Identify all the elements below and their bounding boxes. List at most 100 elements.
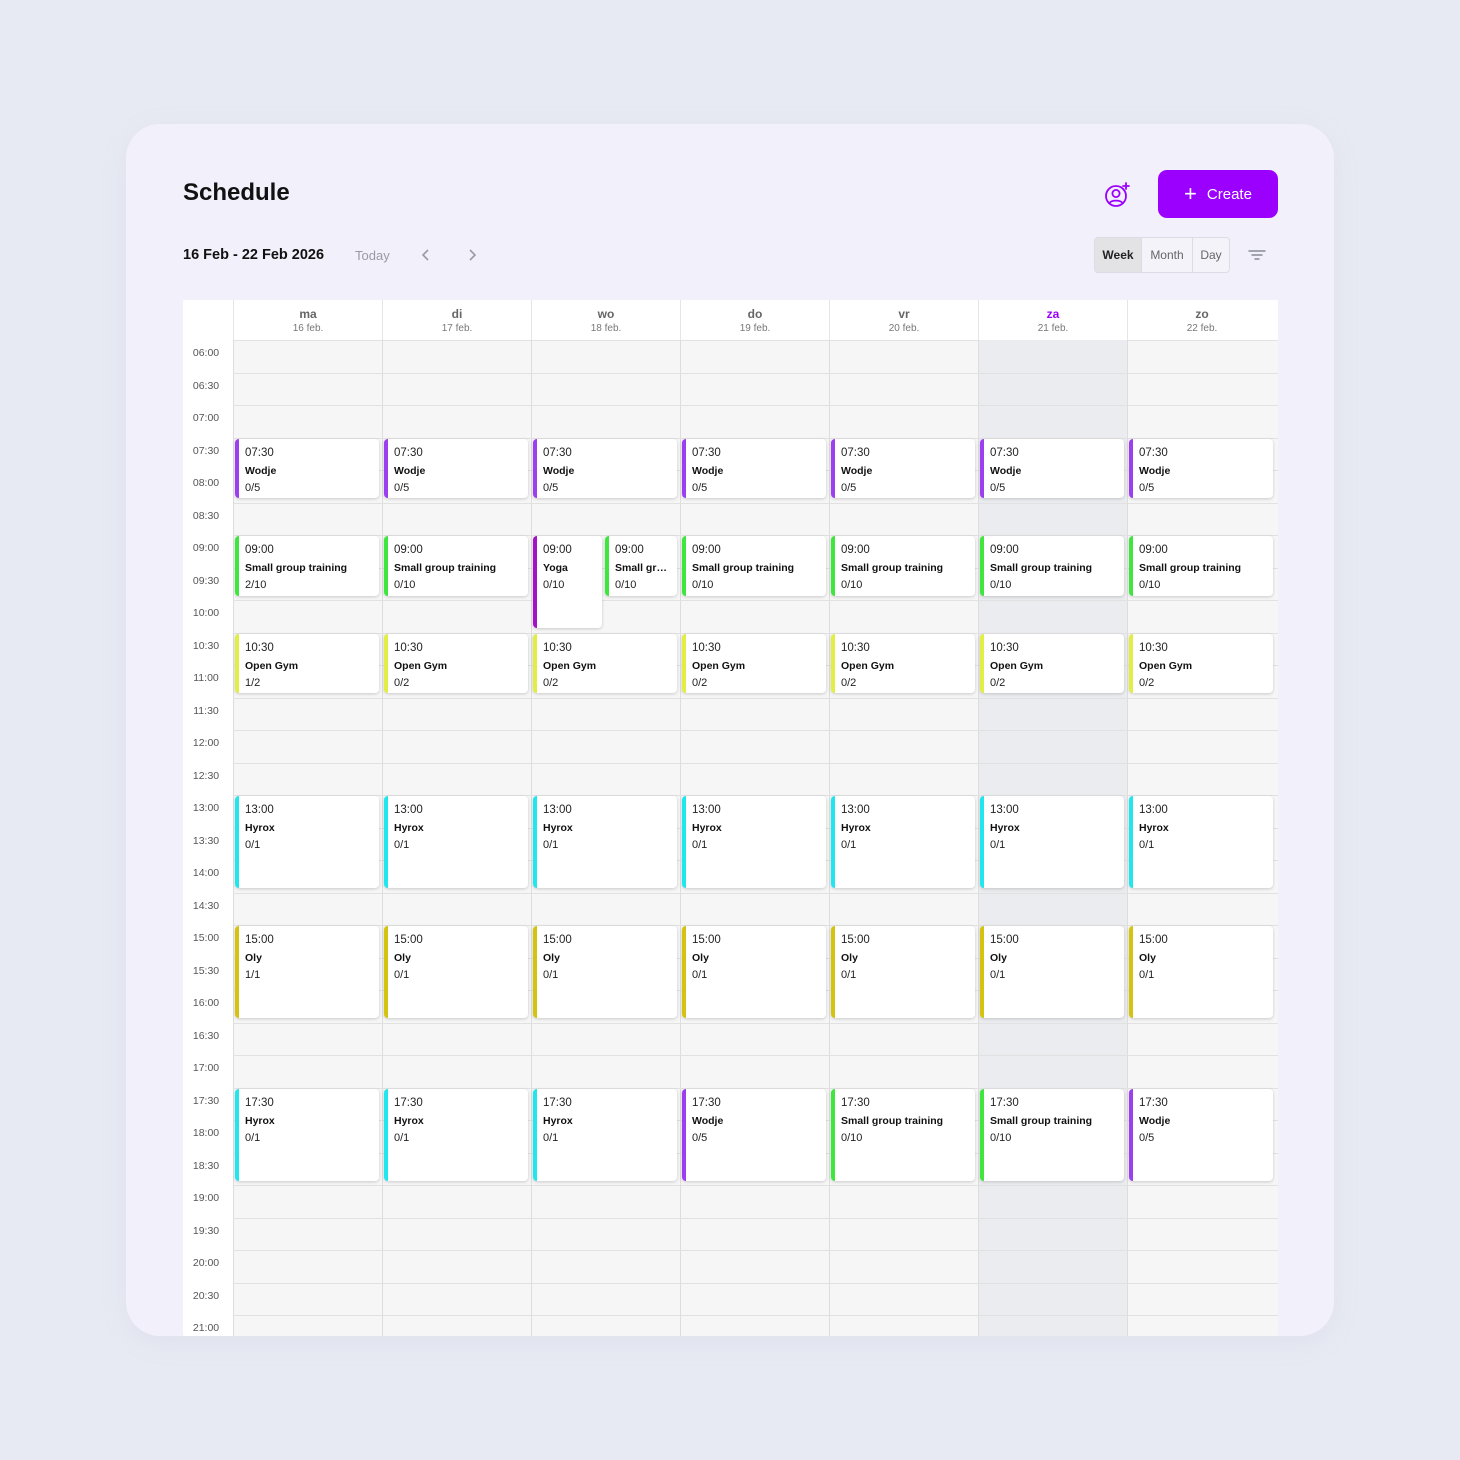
day-date: 20 feb.	[888, 323, 920, 334]
event-capacity: 0/2	[841, 676, 857, 689]
time-label: 10:30	[192, 639, 220, 652]
event-card[interactable]: 10:30 Open Gym 0/2	[831, 633, 975, 694]
event-card[interactable]: 07:30 Wodje 0/5	[1129, 438, 1273, 499]
event-card[interactable]: 13:00 Hyrox 0/1	[533, 796, 677, 889]
event-card[interactable]: 09:00 Small group training 0/10	[605, 536, 677, 596]
day-header-vr[interactable]: vr 20 feb.	[829, 300, 978, 340]
grid-line	[233, 600, 1278, 601]
event-card[interactable]: 15:00 Oly 0/1	[682, 926, 826, 1019]
previous-week-button[interactable]	[415, 244, 437, 266]
event-time: 07:30	[394, 446, 423, 459]
time-label: 07:00	[192, 412, 220, 424]
event-capacity: 0/1	[543, 969, 559, 981]
event-capacity: 0/10	[1139, 579, 1161, 591]
add-user-button[interactable]	[1102, 180, 1132, 210]
grid-line	[233, 730, 1278, 731]
event-card[interactable]: 15:00 Oly 0/1	[533, 926, 677, 1019]
event-time: 15:00	[841, 934, 870, 946]
event-card[interactable]: 07:30 Wodje 0/5	[682, 438, 826, 499]
event-name: Wodje	[394, 464, 426, 477]
day-header-za[interactable]: za 21 feb.	[978, 300, 1127, 340]
event-capacity: 0/5	[841, 481, 857, 494]
event-time: 13:00	[841, 804, 870, 816]
view-month-button[interactable]: Month	[1142, 238, 1193, 272]
event-card[interactable]: 17:30 Hyrox 0/1	[384, 1088, 528, 1181]
time-label: 06:00	[192, 347, 220, 359]
event-name: Wodje	[543, 464, 575, 477]
event-card[interactable]: 15:00 Oly 0/1	[384, 926, 528, 1019]
filter-button[interactable]	[1246, 245, 1268, 265]
event-capacity: 0/5	[1139, 481, 1155, 494]
event-card[interactable]: 13:00 Hyrox 0/1	[384, 796, 528, 889]
event-name: Hyrox	[692, 822, 722, 834]
date-range: 16 Feb - 22 Feb 2026	[183, 247, 325, 263]
time-label: 12:00	[192, 737, 220, 749]
event-card[interactable]: 10:30 Open Gym 1/2	[235, 633, 379, 694]
event-card[interactable]: 09:00 Small group training 0/10	[682, 536, 826, 596]
event-card[interactable]: 15:00 Oly 1/1	[235, 926, 379, 1019]
event-name: Open Gym	[990, 659, 1044, 672]
grid-line	[233, 372, 1278, 374]
day-name: zo	[1195, 307, 1209, 321]
event-card[interactable]: 07:30 Wodje 0/5	[980, 438, 1124, 499]
create-button[interactable]: + Create	[1158, 170, 1278, 218]
day-header-wo[interactable]: wo 18 feb.	[531, 300, 680, 340]
view-day-button[interactable]: Day	[1193, 238, 1229, 272]
event-card[interactable]: 10:30 Open Gym 0/2	[980, 633, 1124, 694]
event-card[interactable]: 07:30 Wodje 0/5	[384, 438, 528, 499]
event-card[interactable]: 13:00 Hyrox 0/1	[831, 796, 975, 889]
event-card[interactable]: 10:30 Open Gym 0/2	[384, 633, 528, 694]
event-card[interactable]: 07:30 Wodje 0/5	[533, 438, 677, 499]
event-card[interactable]: 10:30 Open Gym 0/2	[533, 633, 677, 694]
event-card[interactable]: 09:00 Small group training 0/10	[1129, 536, 1273, 596]
event-name: Small group training	[394, 562, 497, 574]
time-label: 16:00	[192, 997, 220, 1009]
grid-line	[233, 697, 1278, 699]
event-card[interactable]: 13:00 Hyrox 0/1	[682, 796, 826, 889]
next-week-button[interactable]	[461, 244, 483, 266]
day-header-di[interactable]: di 17 feb.	[382, 300, 531, 340]
time-label: 13:00	[192, 802, 220, 814]
event-card[interactable]: 10:30 Open Gym 0/2	[1129, 633, 1273, 694]
calendar-grid: 06:00 06:30 07:00 07:30 08:00 08:30 09:00 09:30…	[183, 340, 1278, 1336]
event-card[interactable]: 07:30 Wodje 0/5	[831, 438, 975, 499]
event-capacity: 0/10	[990, 579, 1012, 591]
event-card[interactable]: 09:00 Small group training 2/10	[235, 536, 379, 596]
event-card[interactable]: 13:00 Hyrox 0/1	[235, 796, 379, 889]
time-label: 19:30	[192, 1224, 220, 1237]
event-card[interactable]: 17:30 Hyrox 0/1	[235, 1088, 379, 1181]
day-header-zo[interactable]: zo 22 feb.	[1127, 300, 1276, 340]
event-capacity: 0/2	[990, 676, 1006, 689]
event-card[interactable]: 09:00 Small group training 0/10	[980, 536, 1124, 596]
event-capacity: 0/1	[245, 839, 261, 851]
event-name: Hyrox	[394, 1114, 424, 1127]
view-week-button[interactable]: Week	[1095, 238, 1142, 272]
event-card[interactable]: 17:30 Small group training 0/10	[831, 1088, 975, 1181]
event-card[interactable]: 13:00 Hyrox 0/1	[1129, 796, 1273, 889]
event-name: Wodje	[245, 464, 277, 477]
event-card[interactable]: 09:00 Small group training 0/10	[831, 536, 975, 596]
time-label: 19:00	[192, 1192, 220, 1204]
event-card[interactable]: 17:30 Wodje 0/5	[1129, 1088, 1273, 1181]
event-capacity: 0/1	[394, 1131, 410, 1144]
event-card[interactable]: 13:00 Hyrox 0/1	[980, 796, 1124, 889]
grid-line	[233, 1022, 1278, 1024]
event-card[interactable]: 17:30 Hyrox 0/1	[533, 1088, 677, 1181]
event-card[interactable]: 10:30 Open Gym 0/2	[682, 633, 826, 694]
day-header-do[interactable]: do 19 feb.	[680, 300, 829, 340]
event-card[interactable]: 17:30 Wodje 0/5	[682, 1088, 826, 1181]
event-card[interactable]: 07:30 Wodje 0/5	[235, 438, 379, 499]
event-card[interactable]: 09:00 Small group training 0/10	[384, 536, 528, 596]
time-label: 15:30	[192, 964, 220, 977]
day-header-ma[interactable]: ma 16 feb.	[233, 300, 382, 340]
today-button[interactable]: Today	[355, 248, 390, 263]
event-capacity: 0/5	[692, 481, 708, 494]
plus-icon: +	[1184, 181, 1197, 206]
event-card[interactable]: 15:00 Oly 0/1	[1129, 926, 1273, 1019]
event-card[interactable]: 17:30 Small group training 0/10	[980, 1088, 1124, 1181]
event-capacity: 1/1	[245, 969, 261, 981]
event-card[interactable]: 09:00 Yoga 0/10	[533, 536, 602, 629]
time-label: 12:30	[192, 769, 220, 782]
event-card[interactable]: 15:00 Oly 0/1	[831, 926, 975, 1019]
event-card[interactable]: 15:00 Oly 0/1	[980, 926, 1124, 1019]
